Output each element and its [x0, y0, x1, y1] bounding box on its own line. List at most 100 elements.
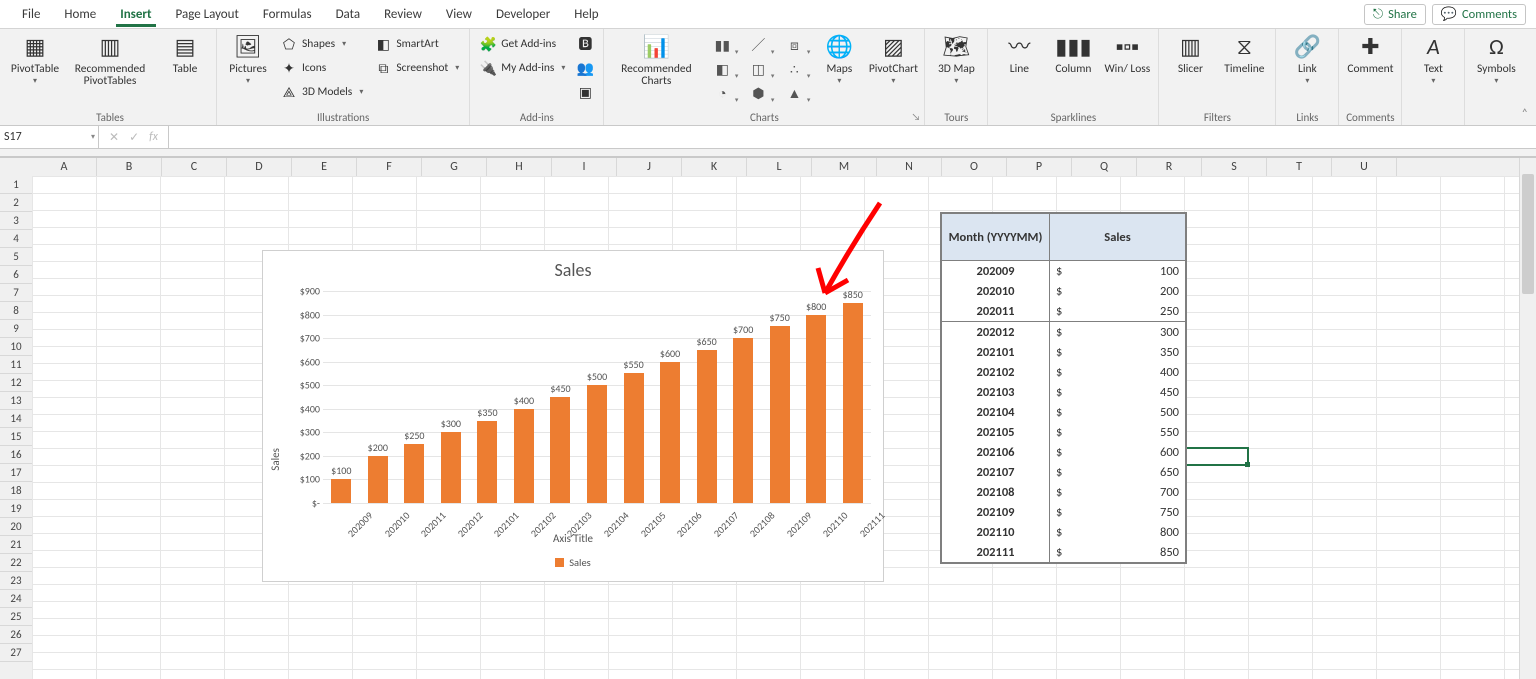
tab-file[interactable]: File: [10, 2, 52, 26]
chart-map-button[interactable]: ⬢▾: [742, 82, 774, 104]
cell-month[interactable]: 202010: [942, 281, 1050, 301]
table-button[interactable]: ▤ Table: [160, 31, 210, 105]
column-headers[interactable]: ABCDEFGHIJKLMNOPQRSTU: [32, 158, 1520, 177]
col-header-U[interactable]: U: [1332, 158, 1397, 176]
row-header-14[interactable]: 14: [0, 410, 32, 428]
data-table[interactable]: Month (YYYYMM) Sales 202009$100202010$20…: [940, 212, 1187, 564]
bing-maps-addin[interactable]: 🅱: [573, 33, 597, 55]
col-header-M[interactable]: M: [812, 158, 877, 176]
tab-home[interactable]: Home: [52, 2, 108, 26]
row-header-27[interactable]: 27: [0, 644, 32, 662]
cell-month[interactable]: 202109: [942, 502, 1050, 522]
row-header-13[interactable]: 13: [0, 392, 32, 410]
row-header-19[interactable]: 19: [0, 500, 32, 518]
table-row[interactable]: 202107$650: [942, 462, 1186, 482]
row-header-12[interactable]: 12: [0, 374, 32, 392]
spark-column-button[interactable]: ▮▮▮Column: [1048, 31, 1098, 105]
cell-sales[interactable]: $100: [1050, 261, 1186, 282]
screenshot-button[interactable]: ⧉Screenshot▾: [371, 57, 463, 79]
embedded-chart[interactable]: Sales Sales $-$100$200$300$400$500$600$7…: [262, 250, 884, 582]
cell-month[interactable]: 202012: [942, 322, 1050, 343]
fx-icon[interactable]: fx: [149, 130, 158, 144]
row-header-16[interactable]: 16: [0, 446, 32, 464]
table-row[interactable]: 202104$500: [942, 402, 1186, 422]
table-row[interactable]: 202103$450: [942, 382, 1186, 402]
cell-sales[interactable]: $850: [1050, 542, 1186, 563]
worksheet[interactable]: ABCDEFGHIJKLMNOPQRSTU 123456789101112131…: [0, 157, 1536, 679]
chart-combo-button[interactable]: ⧈▾: [778, 34, 810, 56]
cell-month[interactable]: 202111: [942, 542, 1050, 563]
table-row[interactable]: 202101$350: [942, 342, 1186, 362]
row-header-2[interactable]: 2: [0, 194, 32, 212]
table-row[interactable]: 202106$600: [942, 442, 1186, 462]
row-header-3[interactable]: 3: [0, 212, 32, 230]
row-header-7[interactable]: 7: [0, 284, 32, 302]
cancel-icon[interactable]: ✕: [109, 130, 119, 145]
cell-sales[interactable]: $300: [1050, 322, 1186, 343]
charts-dialog-launcher[interactable]: ↘: [912, 110, 921, 123]
row-header-24[interactable]: 24: [0, 590, 32, 608]
row-header-4[interactable]: 4: [0, 230, 32, 248]
cell-month[interactable]: 202107: [942, 462, 1050, 482]
table-row[interactable]: 202105$550: [942, 422, 1186, 442]
col-header-B[interactable]: B: [97, 158, 162, 176]
row-headers[interactable]: 1234567891011121314151617181920212223242…: [0, 176, 33, 679]
table-row[interactable]: 202110$800: [942, 522, 1186, 542]
row-header-23[interactable]: 23: [0, 572, 32, 590]
pictures-button[interactable]: 🖼 Pictures ▾: [223, 31, 273, 105]
table-header-sales[interactable]: Sales: [1050, 214, 1186, 261]
row-header-26[interactable]: 26: [0, 626, 32, 644]
row-header-17[interactable]: 17: [0, 464, 32, 482]
col-header-G[interactable]: G: [422, 158, 487, 176]
cell-month[interactable]: 202104: [942, 402, 1050, 422]
row-header-9[interactable]: 9: [0, 320, 32, 338]
spark-line-button[interactable]: 〰Line: [994, 31, 1044, 105]
cell-sales[interactable]: $700: [1050, 482, 1186, 502]
cell-month[interactable]: 202106: [942, 442, 1050, 462]
tab-review[interactable]: Review: [372, 2, 434, 26]
table-row[interactable]: 202111$850: [942, 542, 1186, 563]
formula-input[interactable]: [169, 126, 1536, 148]
row-header-21[interactable]: 21: [0, 536, 32, 554]
cell-sales[interactable]: $600: [1050, 442, 1186, 462]
share-button[interactable]: ⎋ Share: [1364, 4, 1426, 25]
spark-winloss-button[interactable]: ▪▫▪Win/ Loss: [1102, 31, 1152, 105]
chart-column-button[interactable]: ▮▮▾: [706, 34, 738, 56]
col-header-L[interactable]: L: [747, 158, 812, 176]
row-header-6[interactable]: 6: [0, 266, 32, 284]
row-header-25[interactable]: 25: [0, 608, 32, 626]
cell-month[interactable]: 202011: [942, 301, 1050, 322]
cell-sales[interactable]: $350: [1050, 342, 1186, 362]
icons-button[interactable]: ✦Icons: [277, 57, 367, 79]
scroll-thumb[interactable]: [1522, 174, 1534, 294]
row-header-22[interactable]: 22: [0, 554, 32, 572]
cell-month[interactable]: 202102: [942, 362, 1050, 382]
pivotchart-button[interactable]: ▨ PivotChart ▾: [868, 31, 918, 105]
row-header-1[interactable]: 1: [0, 176, 32, 194]
cell-month[interactable]: 202009: [942, 261, 1050, 282]
col-header-P[interactable]: P: [1007, 158, 1072, 176]
tab-view[interactable]: View: [434, 2, 484, 26]
cell-sales[interactable]: $750: [1050, 502, 1186, 522]
table-row[interactable]: 202102$400: [942, 362, 1186, 382]
enter-icon[interactable]: ✓: [129, 130, 139, 145]
col-header-A[interactable]: A: [32, 158, 97, 176]
table-row[interactable]: 202109$750: [942, 502, 1186, 522]
maps-button[interactable]: 🌐 Maps ▾: [814, 31, 864, 105]
cell-month[interactable]: 202108: [942, 482, 1050, 502]
tab-formulas[interactable]: Formulas: [251, 2, 324, 26]
table-header-month[interactable]: Month (YYYYMM): [942, 214, 1050, 261]
tab-data[interactable]: Data: [324, 2, 373, 26]
3d-map-button[interactable]: 🗺 3D Map ▾: [931, 31, 981, 105]
row-header-18[interactable]: 18: [0, 482, 32, 500]
table-row[interactable]: 202010$200: [942, 281, 1186, 301]
select-all-corner[interactable]: [0, 158, 33, 177]
col-header-Q[interactable]: Q: [1072, 158, 1137, 176]
tab-page-layout[interactable]: Page Layout: [164, 2, 251, 26]
table-row[interactable]: 202009$100: [942, 261, 1186, 282]
comments-button[interactable]: 💬 Comments: [1432, 4, 1526, 25]
col-header-D[interactable]: D: [227, 158, 292, 176]
chart-stat-button[interactable]: ◫▾: [742, 58, 774, 80]
my-addins-button[interactable]: 🔌My Add-ins▾: [476, 57, 569, 79]
col-header-O[interactable]: O: [942, 158, 1007, 176]
